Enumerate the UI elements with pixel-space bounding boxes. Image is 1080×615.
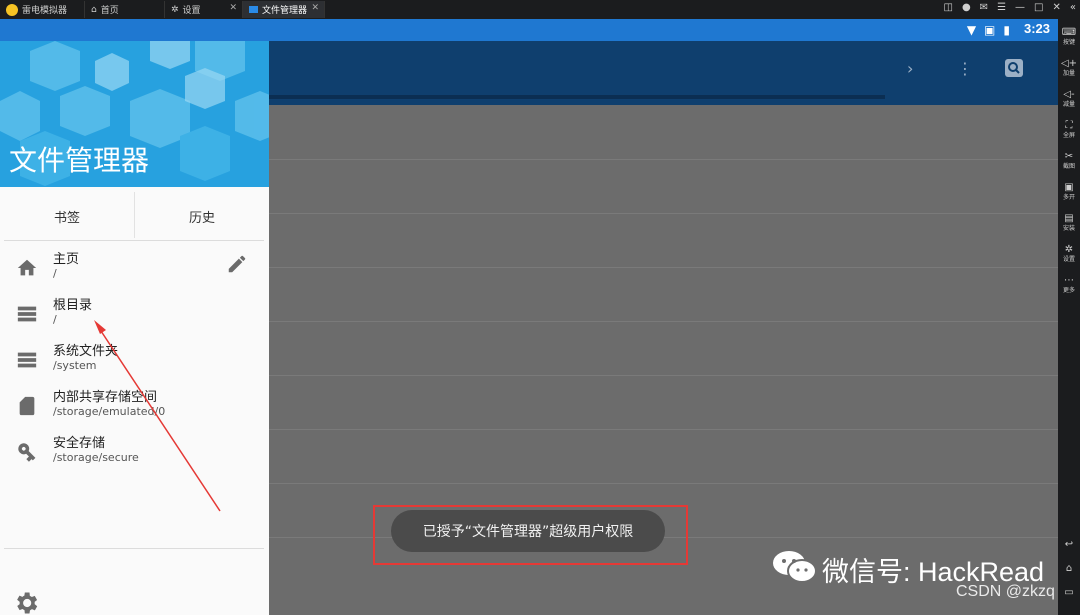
- emulator-titlebar: 雷电模拟器 ⌂ 首页 ✲ 设置 ✕ 文件管理器 ✕ ◫ ● ✉ ☰ — □ ✕ …: [0, 0, 1080, 19]
- close-window-icon[interactable]: ✕: [1052, 2, 1060, 13]
- ldplayer-logo-icon: [6, 3, 18, 16]
- nav-home-button[interactable]: ⌂: [1058, 563, 1080, 575]
- nav-back-button[interactable]: ↩: [1058, 539, 1080, 551]
- back-icon: ↩: [1064, 539, 1074, 550]
- sd-card-icon: [19, 396, 35, 416]
- keyboard-icon: ⌨: [1061, 27, 1077, 38]
- navigation-drawer: 文件管理器 书签 历史 主页 / 根目录 / 系统文件夹 /system 内部共…: [0, 41, 269, 615]
- collapse-icon[interactable]: «: [1070, 2, 1076, 13]
- multi-instance-icon: ▣: [1064, 182, 1074, 193]
- drawer-title: 文件管理器: [9, 144, 150, 177]
- menu-icon[interactable]: ☰: [997, 2, 1006, 13]
- key-icon: [18, 443, 36, 462]
- toast-message: 已授予“文件管理器”超级用户权限: [391, 510, 665, 552]
- overflow-menu-icon[interactable]: ⋮: [957, 59, 973, 78]
- nav-recents-button[interactable]: ▭: [1058, 587, 1080, 599]
- divider: [4, 548, 264, 549]
- volume-down-icon: ◁-: [1063, 89, 1075, 100]
- volume-up-icon: ◁+: [1060, 58, 1078, 69]
- drawer-header: 文件管理器: [0, 41, 269, 187]
- storage-icon: [17, 306, 37, 322]
- status-bar: ▼ ▣ ▮ 3:23: [0, 19, 1058, 41]
- drawer-item-root[interactable]: 根目录 /: [0, 294, 269, 340]
- close-icon[interactable]: ✕: [229, 3, 237, 13]
- close-icon[interactable]: ✕: [311, 3, 319, 13]
- tab-settings[interactable]: ✲ 设置 ✕: [165, 1, 243, 18]
- window-controls: ◫ ● ✉ ☰ — □ ✕ «: [943, 2, 1076, 13]
- drawer-tabs: 书签 历史: [0, 192, 269, 240]
- recents-icon: ▭: [1064, 587, 1074, 598]
- more-icon: ⋯: [1064, 275, 1074, 286]
- tab-emulator[interactable]: 雷电模拟器: [0, 1, 85, 18]
- home-icon: ⌂: [1065, 563, 1073, 574]
- wechat-logo-icon: [773, 551, 817, 583]
- watermark-csdn: CSDN @zkzq: [956, 583, 1055, 600]
- sidebar-more[interactable]: ⋯ 更多: [1058, 275, 1080, 295]
- maximize-icon[interactable]: □: [1034, 2, 1043, 13]
- sidebar-fullscreen[interactable]: ⛶ 全屏: [1058, 120, 1080, 140]
- drawer-item-internal-storage[interactable]: 内部共享存储空间 /storage/emulated/0: [0, 386, 269, 432]
- screenshot-icon: ✂: [1064, 151, 1074, 162]
- divider: [4, 240, 264, 241]
- loading-progress-bar: [269, 95, 885, 99]
- search-icon[interactable]: [1005, 59, 1023, 81]
- emulator-sidebar: ⌨ 按键 ◁+ 加量 ◁- 减量 ⛶ 全屏 ✂ 截图 ▣ 多开 ▤ 安装 ✲ 设置 ⋯ 更多 ↩ …: [1058, 19, 1080, 615]
- tab-history[interactable]: 历史: [135, 192, 269, 240]
- mail-icon[interactable]: ✉: [980, 2, 988, 13]
- sidebar-multi-instance[interactable]: ▣ 多开: [1058, 182, 1080, 202]
- home-icon: ⌂: [91, 4, 97, 15]
- battery-icon: ▮: [1003, 23, 1010, 37]
- sidebar-volume-down[interactable]: ◁- 减量: [1058, 89, 1080, 109]
- app-bar: › ⋮: [269, 41, 1058, 105]
- sidebar-volume-up[interactable]: ◁+ 加量: [1058, 58, 1080, 78]
- drawer-item-system[interactable]: 系统文件夹 /system: [0, 340, 269, 386]
- chevron-right-icon[interactable]: ›: [907, 59, 913, 78]
- sidebar-settings[interactable]: ✲ 设置: [1058, 244, 1080, 264]
- tab-home[interactable]: ⌂ 首页: [85, 1, 165, 18]
- edit-pencil-icon[interactable]: [226, 253, 248, 275]
- status-time: 3:23: [1023, 21, 1050, 36]
- wifi-icon: ▼: [966, 23, 977, 37]
- drawer-item-secure-storage[interactable]: 安全存储 /storage/secure: [0, 432, 269, 478]
- settings-icon: ✲: [1064, 244, 1074, 255]
- home-icon: [17, 259, 37, 276]
- android-screen: ▼ ▣ ▮ 3:23 › ⋮ 文件管理器 书签 历史 主页 / 根目录 / 系统…: [0, 19, 1058, 615]
- settings-gear-icon[interactable]: [12, 589, 40, 615]
- install-apk-icon: ▤: [1064, 213, 1074, 224]
- tab-bookmarks[interactable]: 书签: [0, 192, 134, 240]
- sidebar-keyboard[interactable]: ⌨ 按键: [1058, 27, 1080, 47]
- gear-icon: ✲: [171, 4, 179, 15]
- minimize-icon[interactable]: —: [1015, 2, 1025, 13]
- no-sim-icon: ▣: [984, 23, 996, 37]
- sidebar-install[interactable]: ▤ 安装: [1058, 213, 1080, 233]
- user-icon[interactable]: ●: [962, 2, 971, 13]
- sidebar-screenshot[interactable]: ✂ 截图: [1058, 151, 1080, 171]
- fullscreen-icon: ⛶: [1065, 120, 1073, 131]
- tab-file-manager[interactable]: 文件管理器 ✕: [243, 1, 325, 18]
- storage-icon: [17, 352, 37, 368]
- folder-icon: [249, 6, 258, 13]
- gamepad-icon[interactable]: ◫: [943, 2, 952, 13]
